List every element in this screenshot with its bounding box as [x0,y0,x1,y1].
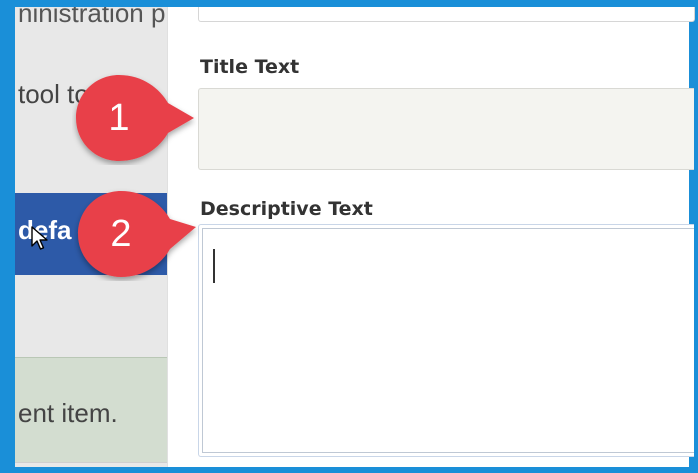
background-message-text: ent item. [18,398,118,428]
screenshot-frame-top [0,0,698,7]
text-caret [213,249,215,283]
callout-1-number: 1 [108,96,130,139]
previous-field[interactable] [198,7,695,22]
mouse-pointer-icon [31,226,49,257]
background-divider [15,462,167,463]
screenshot-frame-left [0,0,15,473]
callout-2-number: 2 [110,212,132,255]
descriptive-text-input[interactable] [202,228,694,453]
title-text-label: Title Text [200,56,300,78]
callout-2: 2 [74,187,204,286]
screenshot-frame-bottom [0,467,698,473]
edit-dialog: Title Text Descriptive Text [167,7,695,467]
background-text-line: ninistration p [18,7,166,28]
descriptive-text-field[interactable] [198,224,694,457]
background-message: ent item. [15,357,167,462]
callout-1: 1 [72,71,202,170]
title-text-input[interactable] [198,88,694,170]
descriptive-text-label: Descriptive Text [200,198,373,220]
